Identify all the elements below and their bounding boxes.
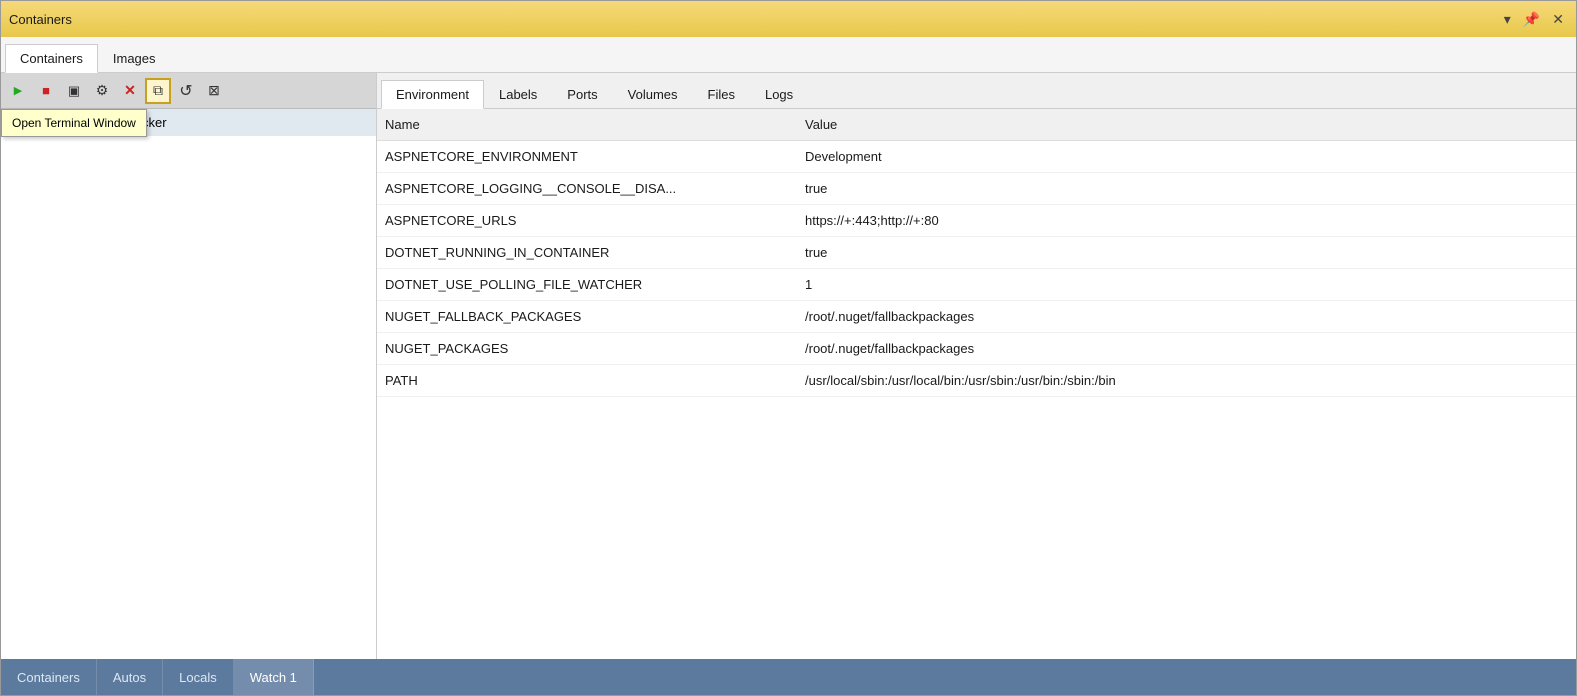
env-value: /usr/local/sbin:/usr/local/bin:/usr/sbin… [797,369,1576,392]
close-button[interactable]: ✕ [1548,9,1568,30]
tab-containers[interactable]: Containers [5,44,98,73]
tab-volumes[interactable]: Volumes [613,80,693,108]
env-value: true [797,177,1576,200]
content-area: ▶ ■ ▣ ⚙ ✕ ⧉ ↺ ⊠ Open Terminal Window Web… [1,73,1576,659]
tab-labels[interactable]: Labels [484,80,552,108]
col-header-name: Name [377,113,797,136]
detail-tabs: Environment Labels Ports Volumes Files L… [377,73,1576,109]
delete-button[interactable]: ✕ [117,78,143,104]
tab-images[interactable]: Images [98,44,171,72]
bottom-tabs: Containers Autos Locals Watch 1 [1,659,1576,695]
env-value: true [797,241,1576,264]
tab-files[interactable]: Files [693,80,750,108]
title-bar: Containers ▾ 📌 ✕ [1,1,1576,37]
pin-button[interactable]: 📌 [1519,9,1544,30]
env-name: ASPNETCORE_LOGGING__CONSOLE__DISA... [377,177,797,200]
env-value: /root/.nuget/fallbackpackages [797,337,1576,360]
col-header-value: Value [797,113,1576,136]
table-row[interactable]: ASPNETCORE_LOGGING__CONSOLE__DISA... tru… [377,173,1576,205]
stop-button[interactable]: ■ [33,78,59,104]
prune-button[interactable]: ⊠ [201,78,227,104]
tab-ports[interactable]: Ports [552,80,612,108]
table-row[interactable]: PATH /usr/local/sbin:/usr/local/bin:/usr… [377,365,1576,397]
tooltip-popup: Open Terminal Window [1,109,147,137]
table-row[interactable]: DOTNET_RUNNING_IN_CONTAINER true [377,237,1576,269]
main-tabs: Containers Images [1,37,1576,73]
env-value: /root/.nuget/fallbackpackages [797,305,1576,328]
env-name: NUGET_PACKAGES [377,337,797,360]
env-value: Development [797,145,1576,168]
env-name: ASPNETCORE_URLS [377,209,797,232]
container-list: WebApplication-Docker [1,109,376,659]
tab-logs[interactable]: Logs [750,80,808,108]
bottom-tab-containers[interactable]: Containers [1,659,97,695]
env-name: NUGET_FALLBACK_PACKAGES [377,305,797,328]
bottom-tab-locals[interactable]: Locals [163,659,234,695]
settings-button[interactable]: ⚙ [89,78,115,104]
env-name: PATH [377,369,797,392]
env-value: https://+:443;http://+:80 [797,209,1576,232]
minimize-button[interactable]: ▾ [1500,9,1515,30]
tab-environment[interactable]: Environment [381,80,484,109]
table-row[interactable]: NUGET_FALLBACK_PACKAGES /root/.nuget/fal… [377,301,1576,333]
table-row[interactable]: DOTNET_USE_POLLING_FILE_WATCHER 1 [377,269,1576,301]
env-name: DOTNET_RUNNING_IN_CONTAINER [377,241,797,264]
terminal-button[interactable]: ▣ [61,78,87,104]
toolbar: ▶ ■ ▣ ⚙ ✕ ⧉ ↺ ⊠ [1,73,376,109]
play-button[interactable]: ▶ [5,78,31,104]
table-row[interactable]: NUGET_PACKAGES /root/.nuget/fallbackpack… [377,333,1576,365]
left-panel: ▶ ■ ▣ ⚙ ✕ ⧉ ↺ ⊠ Open Terminal Window Web… [1,73,377,659]
env-value: 1 [797,273,1576,296]
window-title: Containers [9,12,72,27]
right-panel: Environment Labels Ports Volumes Files L… [377,73,1576,659]
tooltip-text: Open Terminal Window [12,116,136,130]
env-rows-container: ASPNETCORE_ENVIRONMENT Development ASPNE… [377,141,1576,397]
bottom-tab-autos[interactable]: Autos [97,659,163,695]
title-bar-controls: ▾ 📌 ✕ [1500,9,1568,30]
env-name: DOTNET_USE_POLLING_FILE_WATCHER [377,273,797,296]
refresh-button[interactable]: ↺ [173,78,199,104]
env-name: ASPNETCORE_ENVIRONMENT [377,145,797,168]
table-row[interactable]: ASPNETCORE_ENVIRONMENT Development [377,141,1576,173]
env-table: Name Value ASPNETCORE_ENVIRONMENT Develo… [377,109,1576,659]
main-window: Containers ▾ 📌 ✕ Containers Images ▶ ■ ▣… [0,0,1577,696]
table-row[interactable]: ASPNETCORE_URLS https://+:443;http://+:8… [377,205,1576,237]
bottom-tab-watch1[interactable]: Watch 1 [234,659,314,695]
env-table-header: Name Value [377,109,1576,141]
copy-files-button[interactable]: ⧉ [145,78,171,104]
